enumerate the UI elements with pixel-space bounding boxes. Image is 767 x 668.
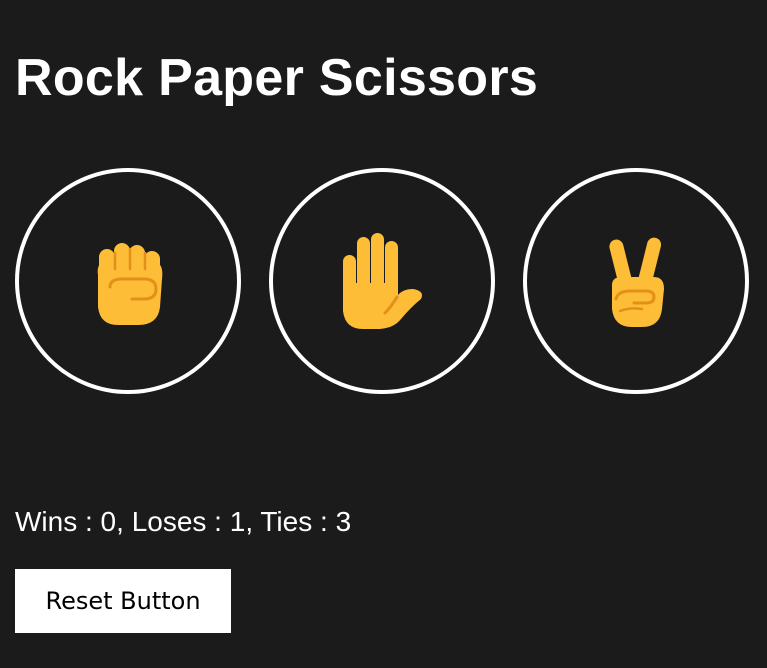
victory-hand-icon	[609, 237, 664, 327]
scissors-choice-button[interactable]	[523, 168, 749, 394]
score-text: Wins : 0, Loses : 1, Ties : 3	[15, 506, 352, 537]
raised-hand-icon	[343, 233, 422, 329]
raised-fist-icon	[97, 243, 163, 325]
page-title: Rock Paper Scissors	[15, 49, 539, 107]
reset-button[interactable]: Reset Button	[15, 569, 231, 633]
paper-choice-button[interactable]	[269, 168, 495, 394]
choice-buttons	[15, 168, 749, 394]
game-page: Rock Paper Scissors Wins: 0, Loses: 1,…	[0, 0, 767, 668]
rock-choice-button[interactable]	[15, 168, 241, 394]
